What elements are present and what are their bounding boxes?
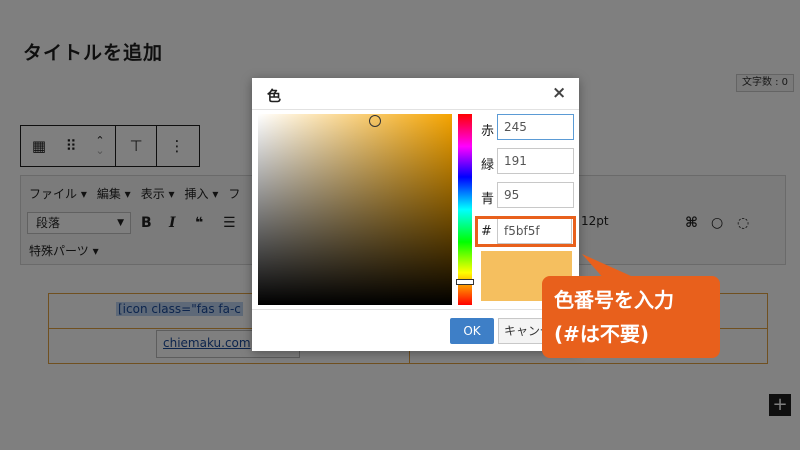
color-cursor-handle[interactable]	[369, 115, 381, 127]
color-picker-dialog: 色 × 赤 245 緑 191 青 95 # f5bf5f OK キャンセル	[252, 78, 579, 351]
blue-label: 青	[481, 192, 495, 207]
dialog-footer-divider	[252, 309, 579, 310]
ok-button[interactable]: OK	[450, 318, 494, 344]
saturation-value-panel[interactable]	[258, 114, 452, 305]
callout-line-1: 色番号を入力	[554, 288, 674, 312]
hue-slider-handle[interactable]	[456, 279, 474, 285]
close-icon[interactable]: ×	[552, 83, 566, 103]
red-label: 赤	[481, 124, 495, 139]
red-input[interactable]: 245	[497, 114, 574, 140]
instruction-callout: 色番号を入力 (#は不要)	[542, 276, 720, 358]
dialog-header-divider	[252, 109, 579, 110]
green-label: 緑	[481, 158, 495, 173]
green-input[interactable]: 191	[497, 148, 574, 174]
hue-slider[interactable]	[458, 114, 472, 305]
dialog-title: 色	[267, 89, 281, 105]
callout-line-2: (#は不要)	[554, 322, 650, 346]
blue-input[interactable]: 95	[497, 182, 574, 208]
